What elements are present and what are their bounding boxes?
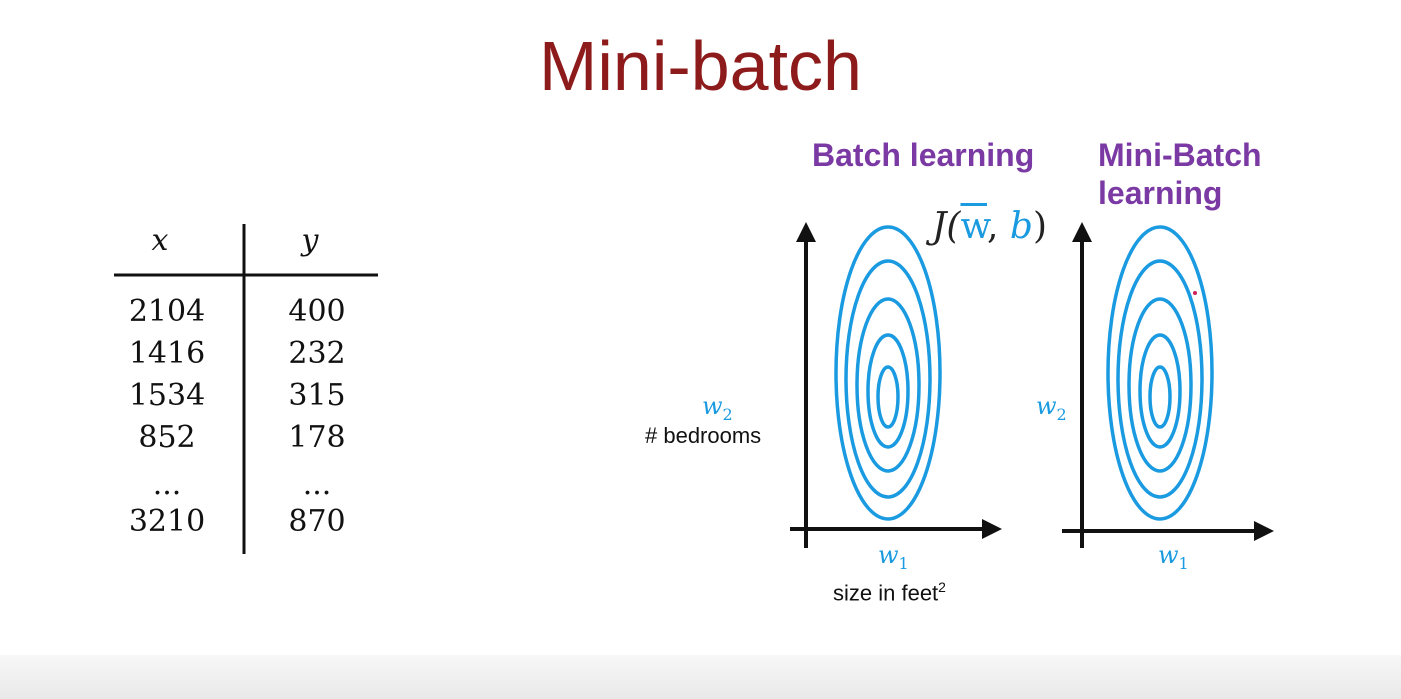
- minibatch-contour-ellipse-5: [1148, 365, 1172, 429]
- batch-x-caption-text: size in feet: [833, 580, 939, 606]
- batch-x-caption-superscript: 2: [938, 579, 946, 595]
- batch-y-axis-caption: # bedrooms: [645, 423, 762, 448]
- batch-x-var-subscript: 1: [898, 553, 909, 573]
- batch-y-var-letter: w: [702, 392, 723, 420]
- cost-function-comma: ,: [987, 206, 1010, 247]
- minibatch-learning-heading-line1: Mini-Batch: [1098, 137, 1262, 173]
- batch-learning-heading: Batch learning: [812, 137, 1035, 173]
- batch-contour-ellipse-5: [876, 365, 900, 429]
- minibatch-learning-heading-line2: learning: [1098, 175, 1223, 211]
- minibatch-position-marker: [1193, 291, 1197, 295]
- batch-contour-ellipse-1: [834, 225, 942, 521]
- cost-function-b: b: [1009, 206, 1033, 247]
- batch-y-var-subscript: 2: [722, 404, 733, 424]
- minibatch-x-var-letter: w: [1158, 541, 1179, 569]
- minibatch-y-var-letter: w: [1036, 392, 1057, 420]
- batch-contour-plot: [834, 225, 942, 521]
- batch-x-axis-caption: size in feet2: [833, 574, 946, 606]
- cost-function-label: J(w, b): [932, 205, 1047, 249]
- minibatch-y-var-subscript: 2: [1056, 404, 1067, 424]
- batch-x-var-letter: w: [878, 541, 899, 569]
- diagram-canvas: [114, 222, 1274, 554]
- minibatch-contour-plot: [1106, 225, 1214, 521]
- minibatch-x-axis-var: w1: [1158, 541, 1189, 578]
- minibatch-contour-ellipse-1: [1106, 225, 1214, 521]
- minibatch-contour-ellipse-3: [1127, 297, 1193, 473]
- cost-function-prefix: J(: [932, 206, 961, 247]
- batch-x-axis-var: w1: [878, 541, 909, 578]
- cost-function-suffix: ): [1032, 206, 1048, 247]
- minibatch-contour-ellipse-4: [1138, 333, 1182, 449]
- cost-function-w: w: [960, 206, 988, 247]
- batch-contour-ellipse-3: [855, 297, 921, 473]
- bottom-band: [0, 655, 1401, 699]
- minibatch-x-var-subscript: 1: [1178, 553, 1189, 573]
- batch-contour-ellipse-4: [866, 333, 910, 449]
- minibatch-y-axis-var: w2: [1036, 392, 1067, 429]
